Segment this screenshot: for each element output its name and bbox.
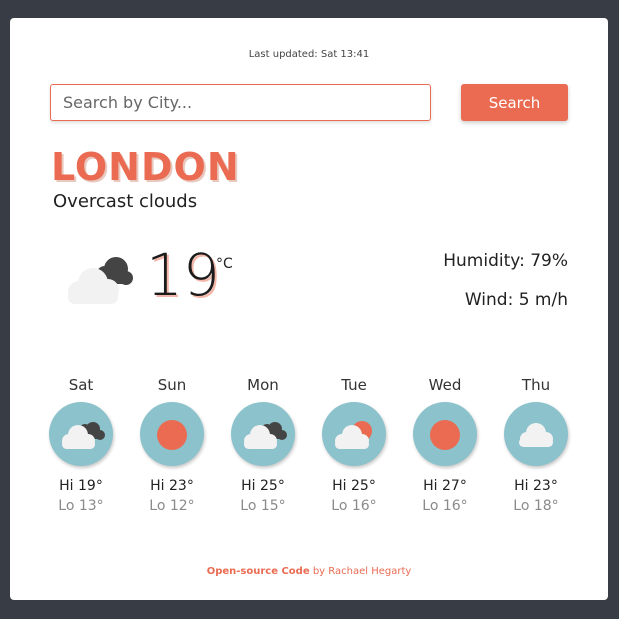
author-link[interactable]: Rachael Hegarty bbox=[328, 566, 411, 577]
overcast-clouds-icon bbox=[49, 402, 113, 466]
overcast-clouds-icon bbox=[68, 257, 133, 304]
low-temp: Lo 16° bbox=[422, 498, 468, 514]
day-name: Thu bbox=[521, 376, 551, 394]
forecast-day: Wed Hi 27° Lo 16° bbox=[405, 374, 485, 514]
last-updated: Last updated: Sat 13:41 bbox=[248, 49, 370, 60]
search-button[interactable]: Search bbox=[461, 84, 568, 121]
weather-card: Last updated: Sat 13:41 Search LONDON Ov… bbox=[10, 18, 608, 600]
footer: Open-source Code by Rachael Hegarty bbox=[10, 566, 608, 577]
low-temp: Lo 15° bbox=[240, 498, 286, 514]
current-temperature: 19 bbox=[146, 241, 220, 309]
forecast: Sat Hi 19° Lo 13° Sun Hi 23° Lo 12° Mon bbox=[41, 374, 589, 524]
partly-cloudy-icon bbox=[322, 402, 386, 466]
weather-description: Overcast clouds bbox=[53, 191, 198, 212]
high-temp: Hi 25° bbox=[332, 478, 376, 494]
open-source-code-link[interactable]: Open-source Code bbox=[207, 566, 310, 577]
humidity: Humidity: 79% bbox=[443, 251, 568, 271]
day-name: Wed bbox=[428, 376, 462, 394]
forecast-day: Mon Hi 25° Lo 15° bbox=[223, 374, 303, 514]
overcast-clouds-icon bbox=[231, 402, 295, 466]
day-name: Mon bbox=[247, 376, 279, 394]
high-temp: Hi 23° bbox=[514, 478, 558, 494]
low-temp: Lo 13° bbox=[58, 498, 104, 514]
day-name: Tue bbox=[341, 376, 367, 394]
high-temp: Hi 19° bbox=[59, 478, 103, 494]
low-temp: Lo 12° bbox=[149, 498, 195, 514]
cloud-icon bbox=[504, 402, 568, 466]
day-name: Sun bbox=[157, 376, 187, 394]
forecast-day: Thu Hi 23° Lo 18° bbox=[496, 374, 576, 514]
sun-icon bbox=[140, 402, 204, 466]
high-temp: Hi 25° bbox=[241, 478, 285, 494]
search-input[interactable] bbox=[50, 84, 431, 121]
day-name: Sat bbox=[68, 376, 94, 394]
forecast-day: Sat Hi 19° Lo 13° bbox=[41, 374, 121, 514]
city-name: LONDON bbox=[51, 145, 240, 189]
footer-by: by bbox=[312, 566, 326, 577]
forecast-day: Tue Hi 25° Lo 16° bbox=[314, 374, 394, 514]
high-temp: Hi 27° bbox=[423, 478, 467, 494]
temperature-unit: °C bbox=[216, 256, 233, 272]
low-temp: Lo 16° bbox=[331, 498, 377, 514]
wind: Wind: 5 m/h bbox=[464, 290, 568, 310]
forecast-day: Sun Hi 23° Lo 12° bbox=[132, 374, 212, 514]
high-temp: Hi 23° bbox=[150, 478, 194, 494]
low-temp: Lo 18° bbox=[513, 498, 559, 514]
sun-icon bbox=[413, 402, 477, 466]
